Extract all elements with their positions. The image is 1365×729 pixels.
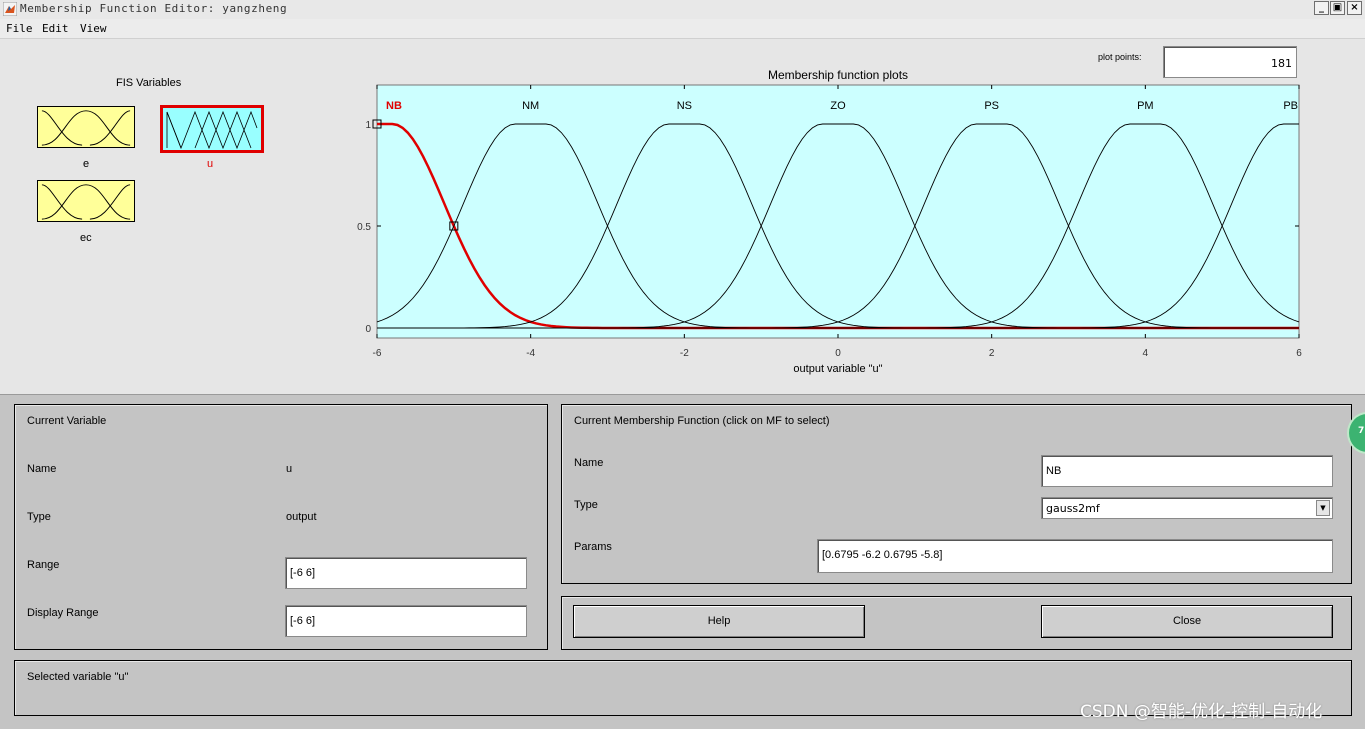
mf-label-ps[interactable]: PS <box>984 100 999 112</box>
variable-name-label: Name <box>27 463 57 475</box>
x-tick-label: 4 <box>1143 348 1149 359</box>
variable-name-value: u <box>286 463 293 475</box>
y-tick-label: 0 <box>365 324 371 335</box>
mf-params-input[interactable]: [0.6795 -6.2 0.6795 -5.8] <box>817 539 1333 573</box>
mf-type-value: gauss2mf <box>1046 502 1100 515</box>
display-range-label: Display Range <box>27 607 99 619</box>
x-tick-label: 0 <box>835 348 841 359</box>
mf-label-nb[interactable]: NB <box>386 100 402 112</box>
x-tick-label: -2 <box>680 348 689 359</box>
variable-type-label: Type <box>27 511 51 523</box>
mf-label-pb[interactable]: PB <box>1283 100 1298 112</box>
mf-label-pm[interactable]: PM <box>1137 100 1154 112</box>
dropdown-arrow-icon[interactable]: ▼ <box>1316 500 1330 516</box>
variable-type-value: output <box>286 511 317 523</box>
close-button[interactable]: Close <box>1041 605 1333 638</box>
range-label: Range <box>27 559 60 571</box>
range-input[interactable]: [-6 6] <box>285 557 527 589</box>
plot-area <box>376 84 1300 339</box>
membership-function-chart[interactable]: Membership function plots output variable… <box>0 0 1365 394</box>
watermark: CSDN @智能-优化-控制-自动化 <box>1080 702 1323 722</box>
mf-params-label: Params <box>574 541 612 553</box>
display-range-input[interactable]: [-6 6] <box>285 605 527 637</box>
x-tick-label: 6 <box>1296 348 1302 359</box>
help-button[interactable]: Help <box>573 605 865 638</box>
x-tick-label: -6 <box>373 348 382 359</box>
status-text: Selected variable "u" <box>27 671 129 683</box>
current-variable-title: Current Variable <box>27 415 107 427</box>
y-tick-label: 0.5 <box>357 222 371 233</box>
x-axis-label: output variable "u" <box>793 363 882 375</box>
mf-name-input[interactable]: NB <box>1041 455 1333 487</box>
x-tick-label: -4 <box>526 348 535 359</box>
current-mf-title: Current Membership Function (click on MF… <box>574 415 830 427</box>
chart-title: Membership function plots <box>768 68 908 82</box>
mf-label-ns[interactable]: NS <box>677 100 692 112</box>
mf-name-label: Name <box>574 457 604 469</box>
x-tick-label: 2 <box>989 348 995 359</box>
mf-label-zo[interactable]: ZO <box>830 100 846 112</box>
mf-label-nm[interactable]: NM <box>522 100 539 112</box>
mf-type-select[interactable]: gauss2mf ▼ <box>1041 497 1333 519</box>
mf-type-label: Type <box>574 499 598 511</box>
y-tick-label: 1 <box>365 120 371 131</box>
